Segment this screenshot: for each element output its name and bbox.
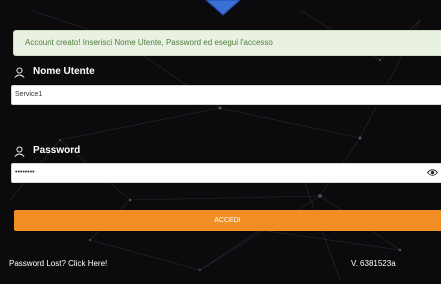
user-icon xyxy=(14,145,25,157)
version-label: V. 6381523a xyxy=(351,259,396,268)
username-input[interactable]: Service1 xyxy=(11,85,441,105)
password-input[interactable]: •••••••• xyxy=(11,163,441,183)
password-label: Password xyxy=(33,145,81,156)
password-label-row: Password xyxy=(14,144,80,158)
username-label-row: Nome Utente xyxy=(14,65,95,79)
password-lost-link[interactable]: Password Lost? Click Here! xyxy=(9,259,107,268)
login-button[interactable]: ACCEDI xyxy=(14,210,441,231)
username-label: Nome Utente xyxy=(33,66,95,77)
user-icon xyxy=(14,66,25,78)
success-alert: Account creato! Inserisci Nome Utente, P… xyxy=(13,30,441,56)
eye-icon[interactable] xyxy=(427,168,438,177)
alert-message: Account creato! Inserisci Nome Utente, P… xyxy=(25,38,273,47)
logo-icon xyxy=(205,0,241,16)
